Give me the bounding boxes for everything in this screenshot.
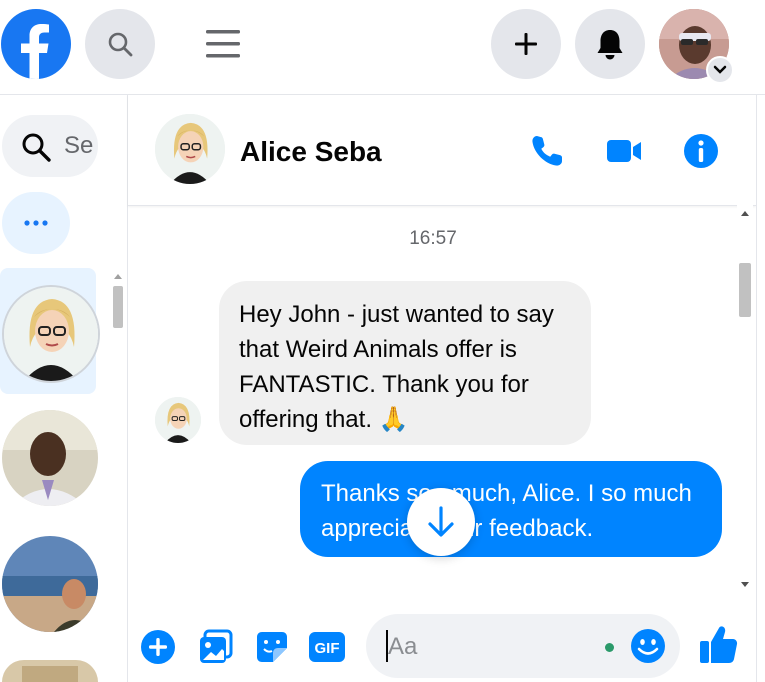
outgoing-line-2-left: apprecia bbox=[321, 515, 414, 542]
message-timestamp: 16:57 bbox=[409, 228, 457, 249]
arrow-down-icon bbox=[428, 506, 454, 537]
attach-photo-button[interactable] bbox=[196, 627, 236, 667]
incoming-message-text: Hey John - just wanted to say that Weird… bbox=[239, 301, 554, 433]
gif-icon: GIF bbox=[309, 632, 345, 662]
conversation-scrollbar-thumb[interactable] bbox=[739, 263, 751, 317]
facebook-logo-icon[interactable] bbox=[1, 9, 71, 79]
chat-search-text: Se bbox=[64, 132, 94, 159]
search-icon bbox=[108, 32, 133, 57]
hamburger-menu-icon bbox=[206, 30, 240, 58]
chat-list-scrollbar[interactable] bbox=[111, 268, 125, 682]
outgoing-message-text: Thanks so much, Alice. I so much apprecia… bbox=[321, 476, 711, 546]
status-dot bbox=[605, 643, 614, 652]
thumbs-up-icon bbox=[700, 626, 738, 663]
more-options-button[interactable] bbox=[2, 192, 70, 254]
contact-avatar-3[interactable] bbox=[2, 536, 98, 632]
chevron-down-icon bbox=[713, 65, 727, 74]
plus-circle-icon bbox=[141, 630, 175, 664]
outgoing-message-bubble[interactable]: Thanks so much, Alice. I so much apprecia… bbox=[300, 461, 722, 557]
emoji-button[interactable] bbox=[630, 628, 666, 664]
scroll-up-arrow[interactable] bbox=[741, 211, 749, 216]
contact-avatar-alice[interactable] bbox=[2, 285, 100, 383]
sticker-icon bbox=[257, 632, 287, 662]
video-call-button[interactable] bbox=[604, 131, 644, 171]
voice-call-button[interactable] bbox=[527, 131, 567, 171]
plus-icon bbox=[515, 33, 537, 55]
info-icon bbox=[684, 134, 718, 168]
like-button[interactable] bbox=[698, 623, 740, 665]
outgoing-line-1-right: much, Alice. I so much bbox=[451, 480, 692, 507]
scroll-down-arrow[interactable] bbox=[741, 582, 749, 587]
more-dots-icon bbox=[24, 220, 48, 226]
conversation-scrollbar[interactable] bbox=[737, 205, 753, 595]
sender-avatar[interactable] bbox=[155, 397, 201, 443]
hamburger-menu-button[interactable] bbox=[188, 9, 258, 79]
contact-avatar-2[interactable] bbox=[2, 410, 98, 506]
chat-list-scrollbar-thumb[interactable] bbox=[113, 286, 123, 328]
bell-icon bbox=[597, 30, 623, 60]
gif-button[interactable]: GIF bbox=[307, 627, 347, 667]
contact-avatar-4[interactable] bbox=[2, 660, 98, 682]
sticker-button[interactable] bbox=[252, 627, 292, 667]
gallery-icon bbox=[200, 629, 233, 663]
notifications-button[interactable] bbox=[575, 9, 645, 79]
chat-search-field[interactable]: Se bbox=[2, 115, 98, 177]
search-icon bbox=[22, 133, 51, 162]
outgoing-line-2-right: ur feedback. bbox=[461, 515, 594, 542]
window-right-edge bbox=[756, 95, 765, 682]
search-button[interactable] bbox=[85, 9, 155, 79]
incoming-message-bubble[interactable]: Hey John - just wanted to say that Weird… bbox=[219, 281, 591, 445]
scroll-to-bottom-button[interactable] bbox=[407, 488, 475, 556]
svg-text:GIF: GIF bbox=[315, 640, 340, 657]
chat-contact-avatar[interactable] bbox=[155, 114, 225, 184]
video-camera-icon bbox=[607, 140, 641, 162]
message-input[interactable] bbox=[386, 630, 590, 664]
phone-icon bbox=[532, 136, 562, 166]
text-caret bbox=[386, 630, 388, 662]
chat-contact-name[interactable]: Alice Seba bbox=[240, 136, 382, 168]
create-button[interactable] bbox=[491, 9, 561, 79]
emoji-icon bbox=[631, 629, 665, 663]
account-menu-button[interactable] bbox=[706, 56, 734, 84]
conversation-info-button[interactable] bbox=[681, 131, 721, 171]
more-actions-button[interactable] bbox=[138, 627, 178, 667]
